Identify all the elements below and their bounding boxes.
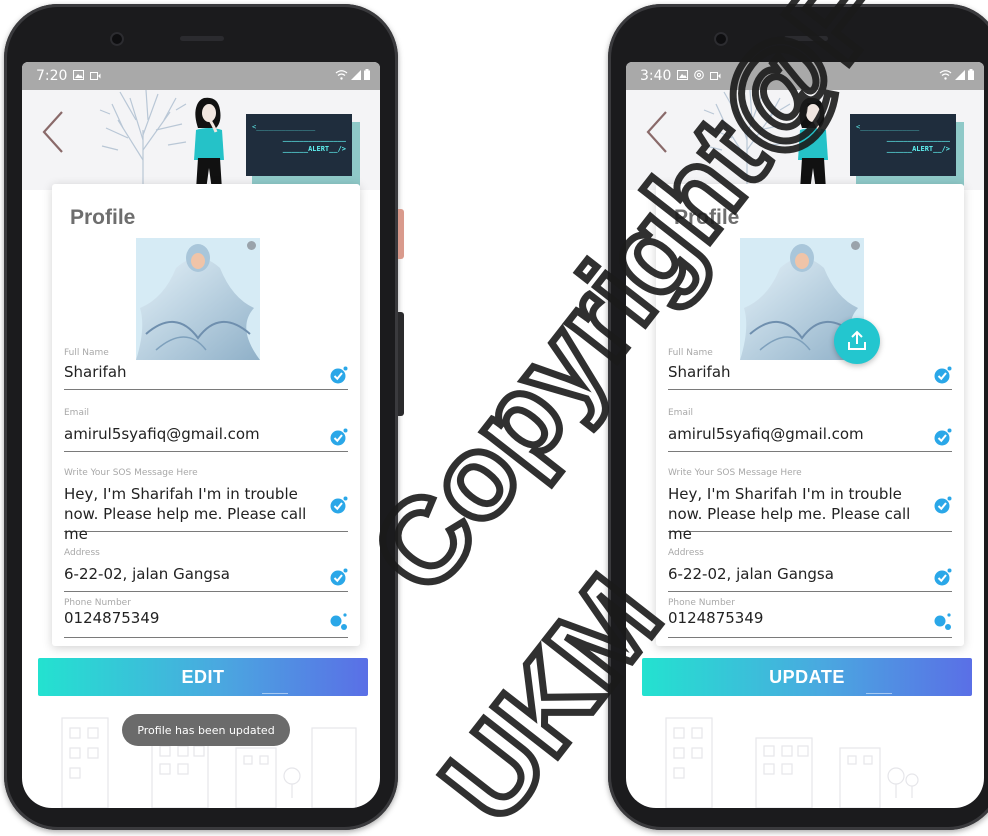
- terminal-line: _______________: [282, 134, 346, 142]
- front-camera: [110, 32, 124, 46]
- email-field[interactable]: Email amirul5syafiq@gmail.com: [668, 408, 952, 452]
- profile-card: Profile Full Name Sharifah Email amirul5…: [52, 184, 360, 646]
- back-button[interactable]: [642, 108, 672, 156]
- field-value: 6-22-02, jalan Gangsa: [64, 565, 230, 583]
- signal-icon: [955, 68, 965, 84]
- field-value: Hey, I'm Sharifah I'm in trouble now. Pl…: [668, 485, 911, 543]
- avatar-badge: [851, 241, 860, 250]
- avatar[interactable]: [136, 238, 260, 360]
- check-badge-icon: [934, 568, 952, 586]
- header-illustration: <______________ _______________ ______AL…: [22, 90, 380, 190]
- power-button: [398, 312, 404, 416]
- at-sign-icon: [694, 70, 705, 82]
- back-button[interactable]: [38, 108, 68, 156]
- wifi-icon: [335, 68, 348, 84]
- battery-icon: [968, 68, 974, 84]
- field-label: Full Name: [64, 348, 109, 358]
- check-badge-icon: [330, 428, 348, 446]
- header-illustration: <______________ _______________ ______AL…: [626, 90, 984, 190]
- city-background-illustration: [665, 717, 919, 808]
- field-value: amirul5syafiq@gmail.com: [668, 425, 864, 443]
- profile-screen-view: 7:20 <______________ _______________ ___…: [22, 62, 380, 808]
- profile-screen-edit: 3:40 <______________ _______________ ___…: [626, 62, 984, 808]
- chevron-left-icon: [42, 111, 63, 153]
- toast-notification: Profile has been updated: [122, 714, 290, 746]
- signal-icon: [351, 68, 361, 84]
- check-badge-icon: [330, 366, 348, 384]
- gallery-icon: [677, 70, 689, 82]
- field-label: Email: [668, 408, 693, 418]
- address-field[interactable]: Address 6-22-02, jalan Gangsa: [668, 548, 952, 592]
- gallery-icon: [73, 70, 85, 82]
- terminal-line: ______ALERT__/>: [282, 145, 346, 153]
- field-label: Write Your SOS Message Here: [668, 468, 802, 478]
- status-bar: 7:20: [22, 62, 380, 90]
- check-badge-icon: [330, 568, 348, 586]
- field-label: Phone Number: [64, 598, 131, 608]
- email-field[interactable]: Email amirul5syafiq@gmail.com: [64, 408, 348, 452]
- status-time: 7:20: [36, 68, 68, 84]
- terminal-line: _______________: [886, 134, 950, 142]
- profile-card: Profile Full Name Sharifah Email amirul5…: [656, 184, 964, 646]
- field-value: 6-22-02, jalan Gangsa: [668, 565, 834, 583]
- earpiece-speaker: [180, 36, 224, 41]
- address-field[interactable]: Address 6-22-02, jalan Gangsa: [64, 548, 348, 592]
- volume-button: [398, 209, 404, 259]
- phone-frame-right: 3:40 <______________ _______________ ___…: [608, 4, 988, 830]
- front-camera: [714, 32, 728, 46]
- field-label: Email: [64, 408, 89, 418]
- video-icon: [710, 71, 721, 82]
- field-label: Address: [64, 548, 100, 558]
- field-label: Full Name: [668, 348, 713, 358]
- tree-illustration: [99, 90, 187, 190]
- phone-number-field[interactable]: Phone Number 0124875349: [64, 598, 348, 638]
- alert-terminal-graphic: <______________ _______________ ______AL…: [246, 114, 352, 176]
- check-badge-icon: [330, 496, 348, 514]
- woman-illustration: [798, 97, 828, 190]
- field-label: Phone Number: [668, 598, 735, 608]
- dots-icon: [934, 613, 951, 630]
- check-badge-icon: [934, 428, 952, 446]
- terminal-line: ______ALERT__/>: [886, 145, 950, 153]
- field-value: 0124875349: [64, 609, 160, 627]
- field-value: 0124875349: [668, 609, 764, 627]
- field-value: Sharifah: [668, 363, 731, 381]
- alert-terminal-graphic: <______________ _______________ ______AL…: [850, 114, 956, 176]
- city-background-illustration: [61, 717, 357, 808]
- phone-frame-left: 7:20 <______________ _______________ ___…: [4, 4, 404, 830]
- page-title: Profile: [70, 206, 136, 229]
- terminal-line: <______________: [252, 123, 316, 131]
- wifi-icon: [939, 68, 952, 84]
- field-value: amirul5syafiq@gmail.com: [64, 425, 260, 443]
- full-name-field[interactable]: Full Name Sharifah: [64, 348, 348, 390]
- chevron-left-icon: [646, 111, 667, 153]
- field-label: Write Your SOS Message Here: [64, 468, 198, 478]
- battery-icon: [364, 68, 370, 84]
- avatar-badge: [247, 241, 256, 250]
- video-icon: [90, 71, 101, 82]
- woman-illustration: [194, 97, 224, 190]
- earpiece-speaker: [784, 36, 828, 41]
- field-value: Sharifah: [64, 363, 127, 381]
- field-value: Hey, I'm Sharifah I'm in trouble now. Pl…: [64, 485, 307, 543]
- full-name-field[interactable]: Full Name Sharifah: [668, 348, 952, 390]
- check-badge-icon: [934, 496, 952, 514]
- status-time: 3:40: [640, 68, 672, 84]
- terminal-line: <______________: [856, 123, 920, 131]
- status-bar: 3:40: [626, 62, 984, 90]
- page-title: Profile: [674, 206, 740, 229]
- sos-message-field[interactable]: Write Your SOS Message Here Hey, I'm Sha…: [668, 468, 952, 543]
- field-label: Address: [668, 548, 704, 558]
- tree-illustration: [703, 90, 791, 190]
- sos-message-field[interactable]: Write Your SOS Message Here Hey, I'm Sha…: [64, 468, 348, 543]
- phone-number-field[interactable]: Phone Number 0124875349: [668, 598, 952, 638]
- check-badge-icon: [934, 366, 952, 384]
- dots-icon: [330, 613, 347, 630]
